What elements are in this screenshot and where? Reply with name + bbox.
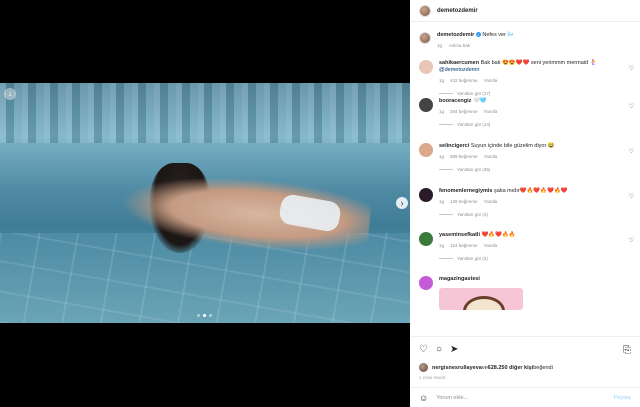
reply-link[interactable]: Yanıtla [484,199,498,204]
caption-text: Nefes ver 🌬️ [482,32,515,38]
post-comment-button[interactable]: Paylaş [614,395,631,401]
comment-mention[interactable]: @demetozdemir [439,67,479,73]
download-icon[interactable]: ↓ [4,88,16,100]
comment-time: 1g [439,199,445,204]
comment-item: yaseminsefkatli ❤️🔥❤️🔥🔥 1g 124 beğenme Yanı… [410,232,640,276]
author-avatar[interactable] [419,4,431,17]
reply-link[interactable]: Yanıtla [484,154,498,159]
comment-text: Bak bak 😍😍❤️❤️ seni yerimmm mermaid 🧜‍♀️ [480,60,597,66]
view-replies-label[interactable]: Yanıtları gör (4) [457,211,488,218]
commenter-username[interactable]: sahikaercumen [439,60,479,66]
liked-by-row: nergisnesrullayeva ve 628.250 diğer kişi… [419,363,631,372]
commenter-avatar[interactable] [419,276,433,290]
comment-like-heart-icon[interactable]: ♡ [629,65,634,72]
comment-likes[interactable]: 442 beğenme [450,78,478,83]
comment-likes[interactable]: 124 beğenme [450,243,478,248]
post-caption: demetozdemir ✓ Nefes ver 🌬️ 1g Aslına ba… [410,22,640,60]
commenter-username[interactable]: fenomenlernegiymis [439,188,493,194]
comment-text: Suyun içinde bile güzelim diyor 😂 [470,143,555,149]
see-translation-link[interactable]: Aslına bak [449,43,470,48]
comment-like-heart-icon[interactable]: ♡ [629,103,634,110]
comment-time: 1g [439,154,445,159]
commenter-avatar[interactable] [419,143,433,157]
replies-line [439,169,453,170]
liked-by-suffix: beğendi [533,364,553,371]
comment-likes[interactable]: 129 beğenme [450,199,478,204]
view-replies[interactable]: Yanıtları gör (14) [439,121,503,128]
carousel-dot [197,314,200,317]
post-header: demetozdemir [410,0,640,22]
view-replies-label[interactable]: Yanıtları gör (17) [457,90,490,97]
liked-by-user[interactable]: nergisnesrullayeva [432,365,482,371]
commenter-username[interactable]: yaseminsefkatli [439,232,480,238]
post-photo[interactable] [0,83,410,323]
view-replies[interactable]: Yanıtları gör (36) [439,166,555,173]
caption-username[interactable]: demetozdemir [437,32,474,38]
view-replies-label[interactable]: Yanıtları gör (14) [457,121,490,128]
comment-text: ❤️🔥❤️🔥🔥 [481,232,516,238]
comment-time: 1g [439,78,445,83]
view-replies-label[interactable]: Yanıtları gör (2) [457,255,488,262]
carousel-dots [197,314,212,317]
view-replies-label[interactable]: Yanıtları gör (36) [457,166,490,173]
liker-avatar[interactable] [419,363,428,372]
commenter-avatar[interactable] [419,232,433,246]
comment-like-heart-icon[interactable]: ♡ [629,237,634,244]
caption-avatar[interactable] [419,32,431,44]
next-arrow-button[interactable]: › [396,197,408,209]
comment-item: magazingastesi [410,276,640,316]
post-panel: demetozdemir demetozdemir ✓ Nefes ver 🌬️… [410,0,640,407]
comment-item: fenomenlernegiymis şaka mıdır❤️🔥❤️🔥❤️🔥❤️… [410,188,640,232]
comment-text: 🤍🩵 [472,98,487,104]
reply-link[interactable]: Yanıtla [484,109,498,114]
post-date: 1 GÜN ÖNCE [419,375,446,380]
add-comment-bar: ☺ Paylaş [410,387,640,407]
view-replies[interactable]: Yanıtları gör (17) [439,90,631,97]
liked-by-others[interactable]: 628.250 diğer kişi [488,365,534,371]
comment-item: sahikaercumen Bak bak 😍😍❤️❤️ seni yerimm… [410,60,640,98]
emoji-icon[interactable]: ☺ [419,393,428,403]
comment-item: selincigerci Suyun içinde bile güzelim d… [410,143,640,188]
comment-item: booracengiz 🤍🩵 1g 284 beğenme Yanıtla Yanıtl… [410,98,640,143]
caption-time: 1g [437,43,443,48]
like-heart-icon[interactable]: ♡ [419,344,428,356]
commenter-username[interactable]: magazingastesi [439,276,480,282]
view-replies[interactable]: Yanıtları gör (4) [439,211,568,218]
author-username[interactable]: demetozdemir [437,8,478,14]
carousel-dot [209,314,212,317]
water-surface [0,83,410,143]
verified-icon: ✓ [475,32,481,38]
comment-likes[interactable]: 589 beğenme [450,154,478,159]
reply-link[interactable]: Yanıtla [484,243,498,248]
comment-input[interactable] [436,394,587,401]
commenter-avatar[interactable] [419,98,433,112]
share-plane-icon[interactable]: ➤ [450,344,458,356]
comment-time: 1g [439,243,445,248]
commenter-username[interactable]: booracengiz [439,98,471,104]
comment-sticker [439,288,523,310]
save-bookmark-icon[interactable]: ⎘ [623,345,631,356]
replies-line [439,93,453,94]
commenter-avatar[interactable] [419,188,433,202]
commenter-username[interactable]: selincigerci [439,143,469,149]
view-replies[interactable]: Yanıtları gör (2) [439,255,516,262]
commenter-avatar[interactable] [419,60,433,74]
replies-line [439,124,453,125]
comment-like-heart-icon[interactable]: ♡ [629,193,634,200]
reply-link[interactable]: Yanıtla [484,78,498,83]
comment-like-heart-icon[interactable]: ♡ [629,148,634,155]
comment-text: şaka mıdır❤️🔥❤️🔥❤️🔥❤️ [494,188,568,194]
post-actions: ♡ ○ ➤ ⎘ nergisnesrullayeva ve 628.250 di… [410,336,640,380]
replies-line [439,214,453,215]
comment-bubble-icon[interactable]: ○ [436,344,442,356]
comment-likes[interactable]: 284 beğenme [450,109,478,114]
replies-line [439,258,453,259]
media-viewer: ↓ › [0,0,410,407]
comment-time: 1g [439,109,445,114]
carousel-dot-active [203,314,206,317]
comments-scroll[interactable]: demetozdemir ✓ Nefes ver 🌬️ 1g Aslına ba… [410,22,640,336]
